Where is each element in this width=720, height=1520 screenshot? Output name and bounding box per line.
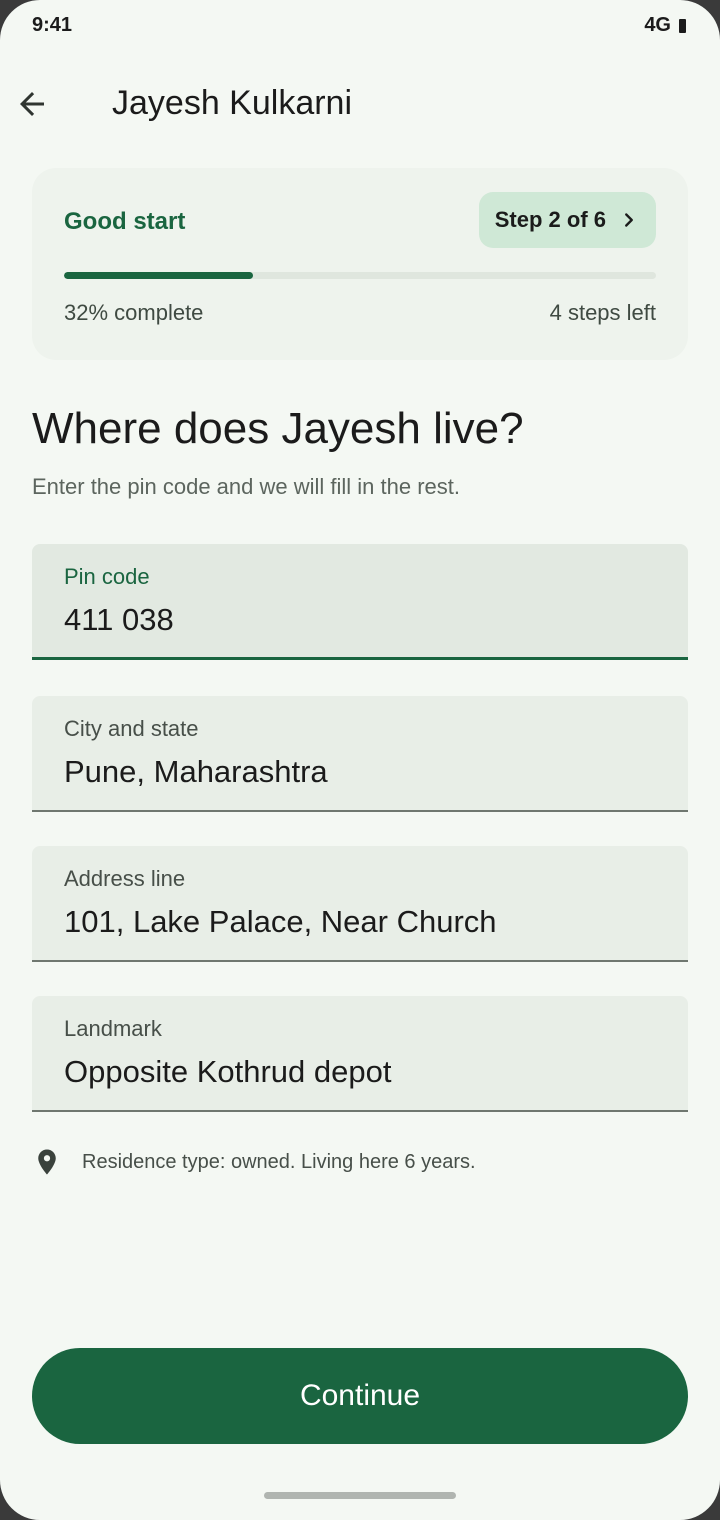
step-label: Step 2 of 6: [494, 207, 606, 232]
phone-screen: 9:41 4G Jayesh Kulkarni Good start Step …: [0, 0, 720, 1520]
city-state-field[interactable]: City and state: [32, 696, 688, 812]
landmark-input[interactable]: [64, 1054, 654, 1090]
city-state-input[interactable]: [64, 754, 654, 790]
pin-code-label: Pin code: [64, 564, 150, 589]
residence-note: Residence type: owned. Living here 6 yea…: [32, 1146, 688, 1178]
network-label: 4G: [644, 14, 671, 36]
home-indicator[interactable]: [264, 1492, 456, 1499]
status-time: 9:41: [32, 14, 73, 36]
address-line-label: Address line: [64, 866, 186, 891]
arrow-back-icon: [20, 92, 44, 116]
page-title: Jayesh Kulkarni: [112, 84, 353, 122]
battery-icon: [679, 18, 686, 33]
progress-bar-fill: [64, 272, 254, 279]
question-subtitle: Enter the pin code and we will fill in t…: [32, 474, 461, 499]
app-bar: Jayesh Kulkarni: [0, 64, 720, 144]
back-button[interactable]: [8, 80, 56, 128]
landmark-label: Landmark: [64, 1016, 162, 1041]
pin-code-field[interactable]: Pin code: [32, 544, 688, 660]
steps-left: 4 steps left: [549, 300, 656, 325]
status-bar: 9:41 4G: [0, 0, 720, 52]
status-indicators: 4G: [644, 14, 686, 37]
progress-bar: [64, 272, 656, 279]
continue-label: Continue: [299, 1379, 421, 1412]
continue-button[interactable]: Continue: [32, 1348, 688, 1444]
landmark-field[interactable]: Landmark: [32, 996, 688, 1112]
pin-code-input[interactable]: [64, 602, 654, 638]
location-pin-icon: [38, 1149, 56, 1175]
address-line-input[interactable]: [64, 904, 654, 940]
question-heading: Where does Jayesh live?: [32, 404, 524, 453]
progress-title: Good start: [64, 208, 186, 235]
step-chip[interactable]: Step 2 of 6: [478, 192, 656, 248]
residence-note-text: Residence type: owned. Living here 6 yea…: [82, 1150, 476, 1173]
chevron-right-icon: [625, 213, 633, 227]
address-line-field[interactable]: Address line: [32, 846, 688, 962]
city-state-label: City and state: [64, 716, 199, 741]
progress-card: Good start Step 2 of 6 32% complete 4 st…: [32, 168, 688, 360]
progress-percent: 32% complete: [64, 300, 204, 325]
